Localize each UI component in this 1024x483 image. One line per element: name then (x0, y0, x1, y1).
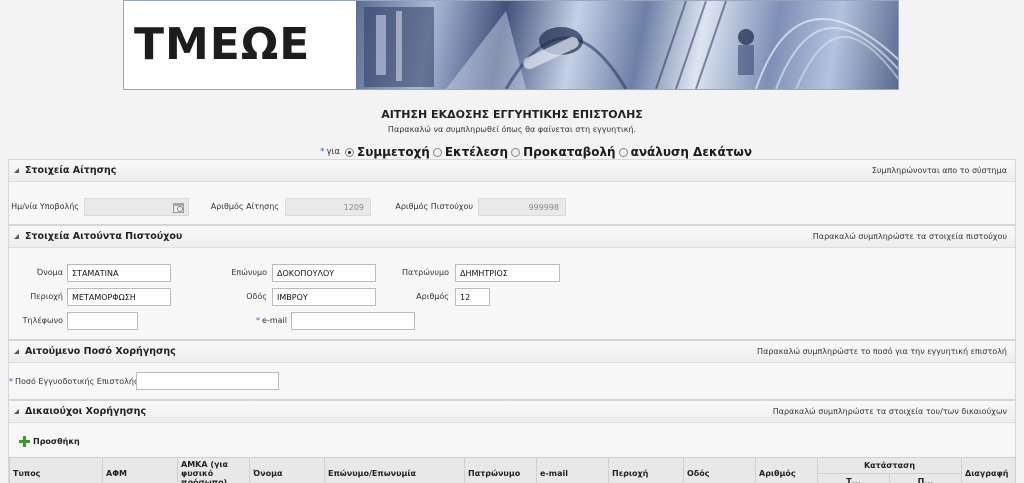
logo-text: TMEΩE (134, 19, 311, 70)
father-name-input[interactable]: ΔΗΜΗΤΡΙΟΣ (455, 264, 560, 282)
panel-title: Αιτούμενο Ποσό Χορήγησης (25, 346, 176, 357)
email-label-text: e-mail (262, 316, 287, 325)
banner-photo (356, 1, 898, 89)
panel-hint: Παρακαλώ συμπληρώστε τα στοιχεία πιστούχ… (812, 232, 1007, 241)
street-number-input[interactable]: 12 (455, 288, 490, 306)
radio-option-advance-payment[interactable]: Προκαταβολή (511, 145, 616, 159)
requested-amount-panel: Αιτούμενο Ποσό Χορήγησης Παρακαλώ συμπλη… (8, 340, 1016, 400)
radio-option-label: Εκτέλεση (444, 145, 509, 159)
column-header-name[interactable]: Όνομα (249, 457, 325, 483)
panel-hint: Παρακαλώ συμπληρώστε τα στοιχεία του/των… (772, 407, 1007, 416)
collapse-triangle-icon[interactable] (14, 349, 19, 354)
street-number-label: Αριθμός (416, 292, 449, 301)
collapse-triangle-icon[interactable] (14, 168, 19, 173)
purpose-radio-group: * για Συμμετοχή Εκτέλεση Προκαταβολή ανά… (320, 145, 755, 159)
panel-hint: Παρακαλώ συμπληρώστε το ποσό για την εγγ… (757, 347, 1007, 356)
column-header-afm[interactable]: ΑΦΜ (102, 457, 178, 483)
application-details-panel: Στοιχεία Αίτησης Συμπληρώνονται απο το σ… (8, 159, 1016, 225)
page-subtitle: Παρακαλώ να συμπληρωθεί όπως θα φαίνεται… (387, 125, 637, 134)
beneficiaries-table: Τυπος ΑΦΜ ΑΜΚΑ (για φυσικό πρόσωπο) Όνομ… (9, 457, 1016, 483)
column-header-email[interactable]: e-mail (536, 457, 609, 483)
radio-unselected-icon[interactable] (618, 147, 628, 157)
radio-option-participation[interactable]: Συμμετοχή (345, 145, 430, 159)
panel-header[interactable]: Στοιχεία Αιτούντα Πιστούχου Παρακαλώ συμ… (9, 226, 1015, 248)
column-header-delete[interactable]: Διαγραφή (961, 457, 1016, 483)
radio-option-label: Συμμετοχή (357, 145, 430, 159)
panel-title: Δικαιούχοι Χορήγησης (25, 406, 147, 417)
panel-header[interactable]: Αιτούμενο Ποσό Χορήγησης Παρακαλώ συμπλη… (9, 341, 1015, 363)
first-name-label: Όνομα (36, 268, 63, 277)
guarantee-amount-label-text: Ποσό Εγγυοδοτικής Επιστολής (15, 377, 139, 386)
panel-header[interactable]: Στοιχεία Αίτησης Συμπληρώνονται απο το σ… (9, 160, 1015, 182)
application-number-label: Αριθμός Αίτησης (210, 202, 279, 211)
street-input[interactable]: ΙΜΒΡΟΥ (272, 288, 376, 306)
page-title: ΑΙΤΗΣΗ ΕΚΔΟΣΗΣ ΕΓΓΥΗΤΙΚΗΣ ΕΠΙΣΤΟΛΗΣ (381, 108, 643, 121)
column-header-street[interactable]: Οδός (683, 457, 756, 483)
column-header-area[interactable]: Περιοχή (608, 457, 684, 483)
radio-option-label: ανάλυση Δεκάτων (630, 145, 753, 159)
area-label: Περιοχή (30, 292, 63, 301)
email-input[interactable] (291, 312, 415, 330)
email-label: * e-mail (209, 316, 287, 325)
add-beneficiary-button[interactable]: Προσθήκη (19, 436, 80, 447)
radio-option-label: Προκαταβολή (523, 145, 616, 159)
column-header-type[interactable]: Τυπος (9, 457, 103, 483)
column-header-status-sub[interactable]: Τ... (817, 473, 890, 483)
panel-header[interactable]: Δικαιούχοι Χορήγησης Παρακαλώ συμπληρώστ… (9, 401, 1015, 423)
creditor-number-field: 999998 (478, 198, 566, 216)
purpose-label: για (326, 147, 341, 157)
application-number-field: 1209 (285, 198, 371, 216)
add-beneficiary-label: Προσθήκη (33, 437, 80, 446)
column-header-amka[interactable]: ΑΜΚΑ (για φυσικό πρόσωπο) (177, 457, 250, 483)
plus-icon (19, 436, 30, 447)
radio-unselected-icon[interactable] (511, 147, 521, 157)
first-name-input[interactable]: ΣΤΑΜΑΤΙΝΑ (67, 264, 171, 282)
required-mark: * (256, 316, 261, 325)
creditor-number-label: Αριθμός Πιστούχου (395, 202, 473, 211)
applicant-details-panel: Στοιχεία Αιτούντα Πιστούχου Παρακαλώ συμ… (8, 225, 1016, 340)
radio-unselected-icon[interactable] (432, 147, 442, 157)
column-header-number[interactable]: Αριθμός (755, 457, 818, 483)
column-header-status: Κατάσταση (817, 457, 962, 474)
guarantee-amount-input[interactable] (136, 372, 279, 390)
collapse-triangle-icon[interactable] (14, 409, 19, 414)
panel-title: Στοιχεία Αιτούντα Πιστούχου (25, 231, 183, 242)
column-header-surname[interactable]: Επώνυμο/Επωνυμία (324, 457, 465, 483)
area-input[interactable]: ΜΕΤΑΜΟΡΦΩΣΗ (67, 288, 171, 306)
logo: TMEΩE (124, 1, 356, 89)
submission-date-field[interactable] (84, 198, 189, 216)
submission-date-label: Ημ/νία Υποβολής (11, 202, 79, 211)
guarantee-amount-label: * Ποσό Εγγυοδοτικής Επιστολής (9, 377, 139, 386)
column-header-father[interactable]: Πατρώνυμο (464, 457, 537, 483)
street-label: Οδός (246, 292, 267, 301)
father-name-label: Πατρώνυμο (402, 268, 449, 277)
radio-selected-icon[interactable] (345, 147, 355, 157)
required-mark: * (9, 377, 13, 386)
phone-label: Τηλέφωνο (22, 316, 63, 325)
panel-hint: Συμπληρώνονται απο το σύστημα (871, 166, 1007, 175)
phone-input[interactable] (67, 312, 138, 330)
required-mark: * (320, 147, 325, 157)
panel-title: Στοιχεία Αίτησης (25, 165, 117, 176)
header-banner: TMEΩE (123, 0, 899, 90)
last-name-input[interactable]: ΔΟΚΟΠΟΥΛΟΥ (272, 264, 376, 282)
radio-option-execution[interactable]: Εκτέλεση (432, 145, 509, 159)
calendar-icon[interactable] (173, 202, 184, 213)
last-name-label: Επώνυμο (231, 268, 267, 277)
column-header-status-sub[interactable]: Π... (889, 473, 962, 483)
banner-photo-art (364, 1, 898, 89)
beneficiaries-panel: Δικαιούχοι Χορήγησης Παρακαλώ συμπληρώστ… (8, 400, 1016, 483)
radio-option-tenths-release[interactable]: ανάλυση Δεκάτων (618, 145, 753, 159)
collapse-triangle-icon[interactable] (14, 234, 19, 239)
